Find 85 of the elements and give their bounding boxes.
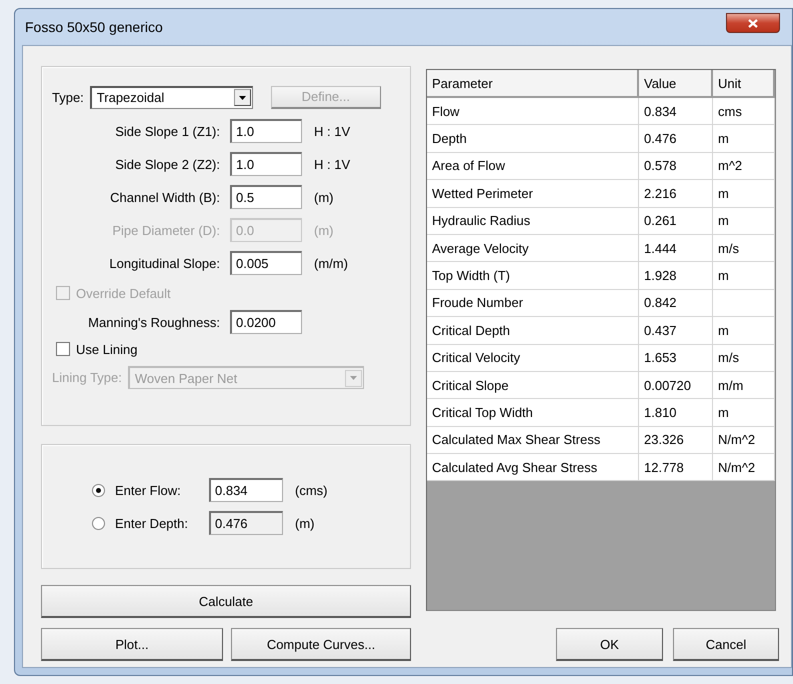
column-header[interactable]: Value: [639, 70, 713, 98]
close-icon: [748, 18, 758, 28]
radio-label: Enter Depth:: [115, 516, 189, 530]
table-cell: Critical Top Width: [427, 399, 639, 427]
close-button[interactable]: [726, 13, 780, 33]
text-field[interactable]: 0.476: [209, 511, 283, 535]
table-cell: 0.834: [639, 98, 713, 126]
table-cell: Average Velocity: [427, 234, 639, 262]
table-cell: 0.437: [639, 317, 713, 345]
table-cell: cms: [713, 98, 775, 126]
table-cell: m: [713, 399, 775, 427]
override-default-label: Override Default: [76, 286, 171, 300]
field-label: Pipe Diameter (D):: [111, 222, 220, 238]
caret-icon: [350, 376, 357, 380]
text-field[interactable]: 1.0: [230, 119, 302, 143]
unit-label: (m): [314, 222, 334, 238]
table-cell: 1.444: [639, 234, 713, 262]
table-cell: 1.653: [639, 344, 713, 372]
table-cell: Froude Number: [427, 290, 639, 318]
table-cell: m: [713, 180, 775, 208]
table-cell: m/s: [713, 234, 775, 262]
table-cell: Critical Depth: [427, 317, 639, 345]
text-field[interactable]: 0.0200: [230, 310, 302, 334]
ok-button[interactable]: OK: [556, 628, 663, 661]
table-cell: 0.476: [639, 125, 713, 153]
field-label: Side Slope 1 (Z1):: [114, 124, 220, 138]
table-cell: N/m^2: [713, 426, 775, 454]
column-header[interactable]: Parameter: [427, 70, 639, 98]
table-cell: 0.842: [639, 290, 713, 318]
table-cell: m/m: [713, 372, 775, 400]
field-label: Side Slope 2 (Z2):: [114, 156, 220, 172]
use-lining-checkbox[interactable]: [56, 342, 70, 356]
unit-label: (m/m): [314, 256, 348, 270]
calculate-button[interactable]: Calculate: [41, 585, 411, 618]
table-cell: Area of Flow: [427, 152, 639, 180]
use-lining-label: Use Lining: [76, 342, 138, 356]
field-label: Manning's Roughness:: [87, 314, 220, 330]
table-cell: Depth: [427, 125, 639, 153]
table-cell: 2.216: [639, 180, 713, 208]
table-cell: 0.261: [639, 208, 713, 235]
type-label: Type:: [52, 90, 84, 104]
table-cell: Hydraulic Radius: [427, 208, 639, 235]
table-cell: m^2: [713, 152, 775, 180]
table-cell: 1.810: [639, 399, 713, 427]
table-cell: 23.326: [639, 426, 713, 454]
unit-label: H : 1V: [314, 124, 350, 138]
text-field[interactable]: 1.0: [230, 152, 302, 176]
cancel-button[interactable]: Cancel: [673, 628, 779, 661]
caret-icon: [238, 96, 246, 100]
window-title: Fosso 50x50 generico: [25, 19, 163, 35]
table-cell: Calculated Max Shear Stress: [427, 426, 639, 454]
table-cell: Critical Velocity: [427, 344, 639, 372]
table-cell: m: [713, 262, 775, 290]
text-field[interactable]: 0.005: [230, 251, 302, 275]
table-cell: m: [713, 317, 775, 345]
table-cell: 0.00720: [639, 372, 713, 400]
table-cell: m: [713, 125, 775, 153]
plot-button[interactable]: Plot...: [41, 628, 223, 661]
table-cell: N/m^2: [713, 454, 775, 482]
radio-button[interactable]: [92, 484, 105, 496]
table-cell: 12.778: [639, 454, 713, 482]
table-cell: Flow: [427, 98, 639, 126]
lining-type-label: Lining Type:: [52, 370, 122, 385]
table-cell: Critical Slope: [427, 372, 639, 400]
text-field[interactable]: 0.834: [209, 478, 283, 502]
table-cell: m/s: [713, 344, 775, 372]
field-label: Channel Width (B):: [109, 190, 220, 204]
radio-button[interactable]: [92, 516, 105, 530]
table-cell: Calculated Avg Shear Stress: [427, 454, 639, 482]
table-cell: 1.928: [639, 262, 713, 290]
text-field[interactable]: 0.5: [230, 185, 302, 209]
column-header[interactable]: Unit: [713, 70, 775, 98]
unit-label: (cms): [295, 482, 328, 498]
table-cell: Top Width (T): [427, 262, 639, 290]
table-cell: Wetted Perimeter: [427, 180, 639, 208]
unit-label: (m): [314, 190, 334, 204]
table-cell: m: [713, 208, 775, 235]
compute-curves-button[interactable]: Compute Curves...: [231, 628, 411, 661]
unit-label: (m): [295, 516, 314, 530]
table-cell: [713, 290, 775, 318]
radio-label: Enter Flow:: [115, 482, 182, 498]
unit-label: H : 1V: [314, 156, 350, 172]
type-dropdown[interactable]: Trapezoidal: [90, 86, 253, 108]
field-label: Longitudinal Slope:: [108, 256, 220, 270]
table-cell: 0.578: [639, 152, 713, 180]
